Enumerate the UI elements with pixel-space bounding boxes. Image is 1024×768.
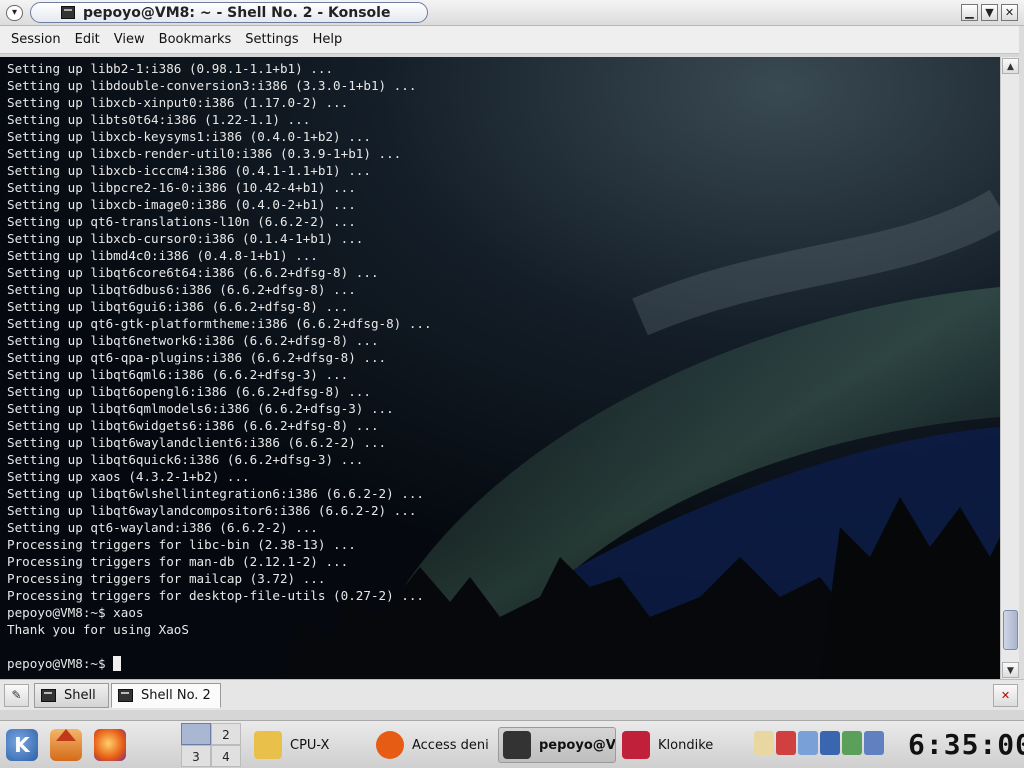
window-title-pill[interactable]: pepoyo@VM8: ~ - Shell No. 2 - Konsole xyxy=(30,2,428,23)
terminal-line: Processing triggers for mailcap (3.72) .… xyxy=(7,571,326,586)
tab-shell-no-2[interactable]: Shell No. 2 xyxy=(111,683,221,708)
terminal-line: Setting up libts0t64:i386 (1.22-1.1) ... xyxy=(7,112,311,127)
menu-help[interactable]: Help xyxy=(306,26,350,54)
terminal-line: Setting up qt6-qpa-plugins:i386 (6.6.2+d… xyxy=(7,350,387,365)
scroll-down-arrow[interactable]: ▼ xyxy=(1002,662,1019,678)
terminal-view[interactable]: Setting up libb2-1:i386 (0.98.1-1.1+b1) … xyxy=(0,57,1000,679)
desktop-pager: 2 3 4 xyxy=(181,723,241,767)
terminal-line: Setting up libqt6qmlmodels6:i386 (6.6.2+… xyxy=(7,401,394,416)
pager-desktop-2[interactable]: 2 xyxy=(211,723,241,745)
menu-bookmarks[interactable]: Bookmarks xyxy=(152,26,239,54)
terminal-line: pepoyo@VM8:~$ xaos xyxy=(7,605,144,620)
home-folder-icon[interactable] xyxy=(50,729,82,761)
task-label: pepoyo@VM xyxy=(539,737,616,753)
cards-icon xyxy=(622,731,650,759)
menu-session[interactable]: Session xyxy=(4,26,68,54)
terminal-line: Setting up qt6-translations-l10n (6.6.2-… xyxy=(7,214,356,229)
scroll-thumb[interactable] xyxy=(1003,610,1018,651)
menu-view[interactable]: View xyxy=(107,26,152,54)
terminal-line: Setting up libqt6waylandcompositor6:i386… xyxy=(7,503,417,518)
terminal-line: Processing triggers for libc-bin (2.38-1… xyxy=(7,537,356,552)
terminal-lines: Setting up libb2-1:i386 (0.98.1-1.1+b1) … xyxy=(7,61,432,637)
terminal-line: Setting up libxcb-render-util0:i386 (0.3… xyxy=(7,146,402,161)
tab-label: Shell xyxy=(64,688,96,703)
terminal-line: Processing triggers for desktop-file-uti… xyxy=(7,588,425,603)
task-label: Klondike xyxy=(658,737,714,753)
task-cpu-x[interactable]: CPU-X xyxy=(254,727,370,763)
terminal-icon xyxy=(118,689,133,702)
terminal-line: Setting up libqt6network6:i386 (6.6.2+df… xyxy=(7,333,379,348)
maximize-button[interactable]: ▼ xyxy=(981,4,998,21)
window-title: pepoyo@VM8: ~ - Shell No. 2 - Konsole xyxy=(83,5,391,21)
minimize-button[interactable]: ▁ xyxy=(961,4,978,21)
pager-desktop-4[interactable]: 4 xyxy=(211,745,241,767)
terminal-line: Setting up libxcb-keysyms1:i386 (0.4.0-1… xyxy=(7,129,371,144)
pager-desktop-3[interactable]: 3 xyxy=(181,745,211,767)
terminal-icon xyxy=(41,689,56,702)
tab-label: Shell No. 2 xyxy=(141,688,211,703)
terminal-scrollbar[interactable]: ▲ ▼ xyxy=(1000,57,1019,679)
terminal-line: Setting up libxcb-cursor0:i386 (0.1.4-1+… xyxy=(7,231,364,246)
terminal-line: Setting up libqt6core6t64:i386 (6.6.2+df… xyxy=(7,265,379,280)
menu-edit[interactable]: Edit xyxy=(68,26,107,54)
package-update-icon[interactable] xyxy=(842,731,862,755)
terminal-line: Setting up libqt6dbus6:i386 (6.6.2+dfsg-… xyxy=(7,282,356,297)
new-tab-button[interactable]: ✎ xyxy=(4,684,29,707)
konsole-tabbar: ✎ Shell Shell No. 2 ✕ xyxy=(0,679,1024,710)
terminal-line: Thank you for using XaoS xyxy=(7,622,189,637)
network-disconnected-icon[interactable] xyxy=(776,731,796,755)
terminal-prompt: pepoyo@VM8:~$ xyxy=(7,656,114,671)
terminal-line: Setting up libqt6widgets6:i386 (6.6.2+df… xyxy=(7,418,379,433)
terminal-line: Setting up libb2-1:i386 (0.98.1-1.1+b1) … xyxy=(7,61,334,76)
taskbar-panel: K 2 3 4 CPU-X Access deni pepoyo@VM Klon… xyxy=(0,720,1024,768)
window-titlebar[interactable]: ▾ pepoyo@VM8: ~ - Shell No. 2 - Konsole … xyxy=(0,0,1024,26)
menu-settings[interactable]: Settings xyxy=(238,26,305,54)
task-label: CPU-X xyxy=(290,737,330,753)
task-klondike[interactable]: Klondike xyxy=(622,727,740,763)
terminal-line: Setting up libqt6qml6:i386 (6.6.2+dfsg-3… xyxy=(7,367,349,382)
terminal-output: Setting up libb2-1:i386 (0.98.1-1.1+b1) … xyxy=(7,60,432,672)
window-border xyxy=(1019,26,1024,710)
terminal-icon xyxy=(503,731,531,759)
terminal-line: Setting up libqt6gui6:i386 (6.6.2+dfsg-8… xyxy=(7,299,349,314)
tux-icon xyxy=(254,731,282,759)
firefox-icon xyxy=(376,731,404,759)
menubar: Session Edit View Bookmarks Settings Hel… xyxy=(0,26,1024,54)
terminal-cursor xyxy=(113,656,122,671)
user-switch-icon[interactable] xyxy=(798,731,818,755)
pager-desktop-1[interactable] xyxy=(181,723,211,745)
terminal-line: Setting up qt6-wayland:i386 (6.6.2-2) ..… xyxy=(7,520,318,535)
display-icon[interactable] xyxy=(820,731,840,755)
close-button[interactable]: ✕ xyxy=(1001,4,1018,21)
terminal-line: Setting up libqt6wlshellintegration6:i38… xyxy=(7,486,425,501)
task-label: Access deni xyxy=(412,737,489,753)
terminal-line: Setting up libxcb-image0:i386 (0.4.0-2+b… xyxy=(7,197,356,212)
terminal-line: Setting up xaos (4.3.2-1+b2) ... xyxy=(7,469,250,484)
terminal-line: Setting up libdouble-conversion3:i386 (3… xyxy=(7,78,417,93)
settings-tray-icon[interactable] xyxy=(864,731,884,755)
terminal-line: Setting up libqt6waylandclient6:i386 (6.… xyxy=(7,435,387,450)
terminal-line: Setting up libxcb-xinput0:i386 (1.17.0-2… xyxy=(7,95,349,110)
scroll-up-arrow[interactable]: ▲ xyxy=(1002,58,1019,74)
terminal-line: Setting up libxcb-icccm4:i386 (0.4.1-1.1… xyxy=(7,163,371,178)
close-tab-button[interactable]: ✕ xyxy=(993,684,1018,707)
terminal-line: Setting up libqt6opengl6:i386 (6.6.2+dfs… xyxy=(7,384,371,399)
tab-shell[interactable]: Shell xyxy=(34,683,109,708)
terminal-line: Setting up qt6-gtk-platformtheme:i386 (6… xyxy=(7,316,432,331)
terminal-line: Setting up libpcre2-16-0:i386 (10.42-4+b… xyxy=(7,180,356,195)
task-konsole[interactable]: pepoyo@VM xyxy=(498,727,616,763)
terminal-line: Setting up libmd4c0:i386 (0.4.8-1+b1) ..… xyxy=(7,248,318,263)
firefox-launcher-icon[interactable] xyxy=(94,729,126,761)
terminal-icon xyxy=(61,6,75,19)
klipper-icon[interactable] xyxy=(754,731,774,755)
terminal-line: Processing triggers for man-db (2.12.1-2… xyxy=(7,554,349,569)
window-buttons: ▁ ▼ ✕ xyxy=(961,4,1018,21)
terminal-line: Setting up libqt6quick6:i386 (6.6.2+dfsg… xyxy=(7,452,364,467)
task-access-denied[interactable]: Access deni xyxy=(376,727,494,763)
digital-clock[interactable]: 6:35:00 xyxy=(908,725,1024,765)
window-menu-button[interactable]: ▾ xyxy=(6,5,23,21)
system-tray xyxy=(754,731,884,755)
kmenu-button[interactable]: K xyxy=(6,729,38,761)
